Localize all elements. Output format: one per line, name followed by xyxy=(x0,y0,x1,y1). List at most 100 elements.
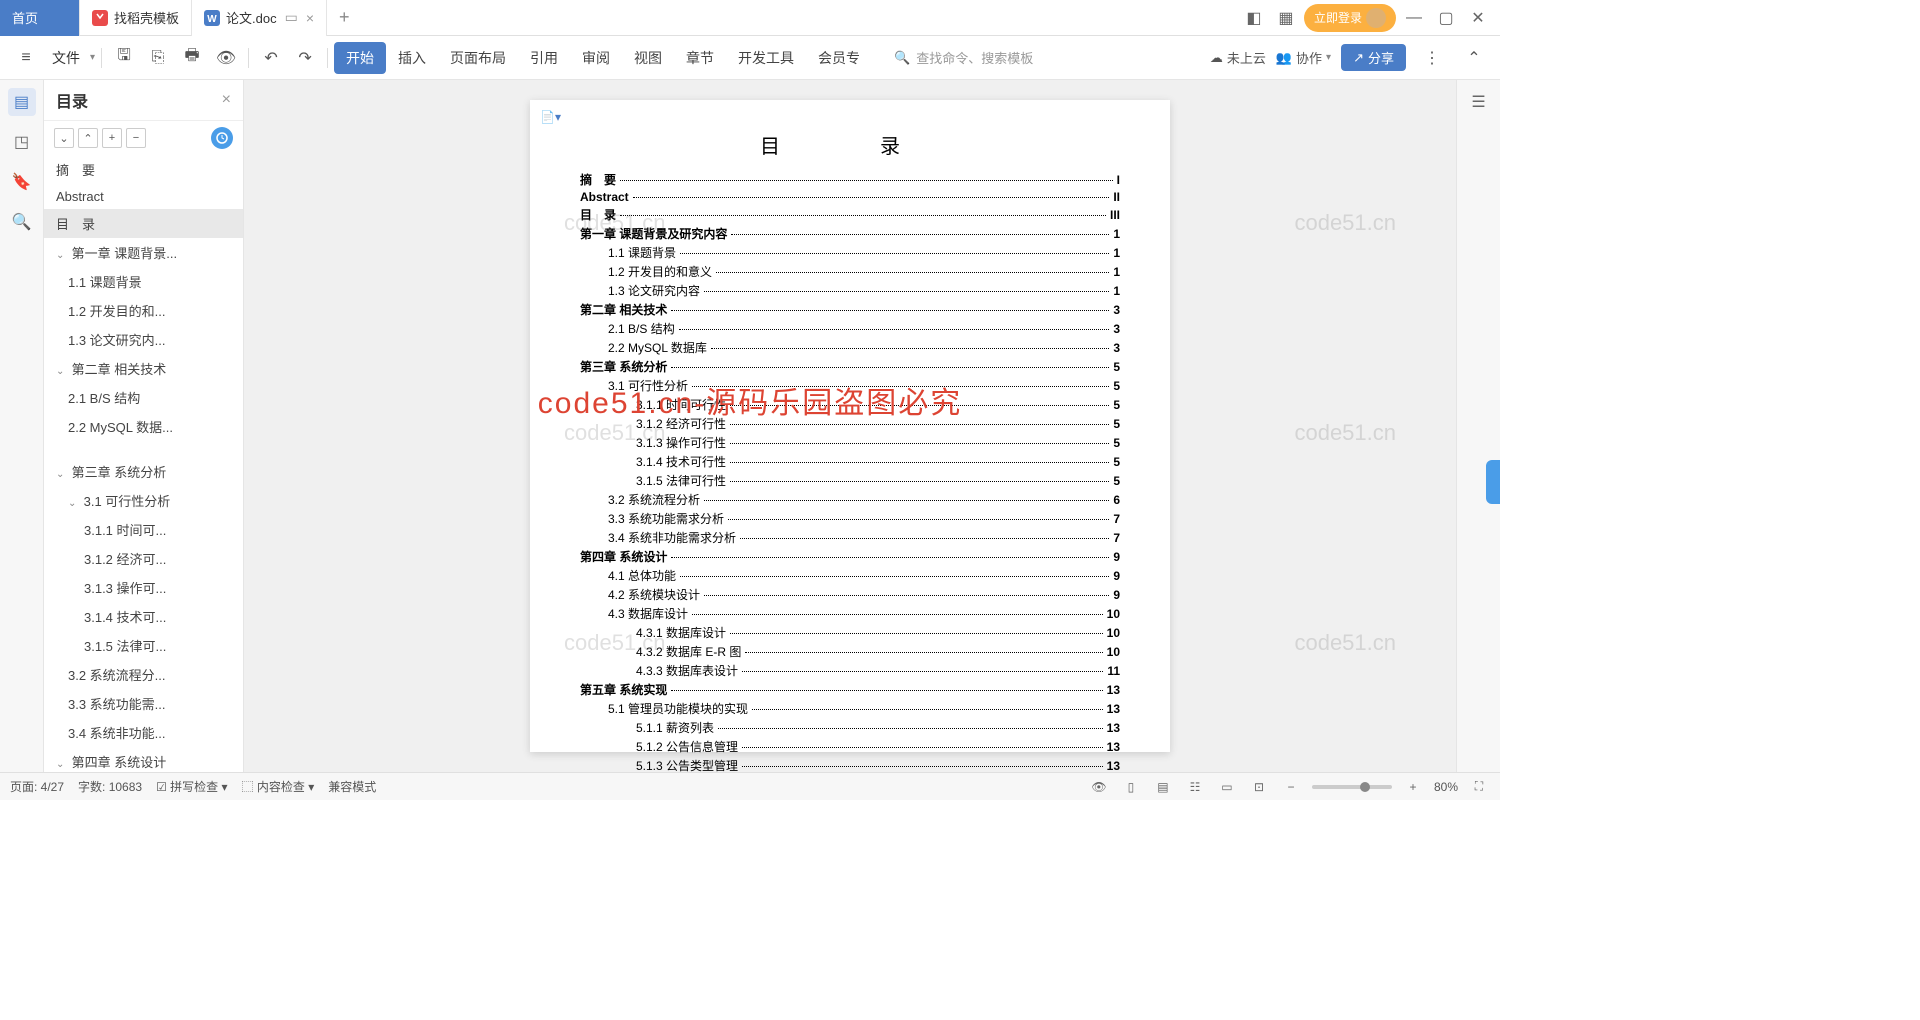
maximize-button[interactable]: ▢ xyxy=(1432,4,1460,32)
toc-row: 4.3.1 数据库设计10 xyxy=(580,624,1120,641)
menu-章节[interactable]: 章节 xyxy=(674,42,726,74)
tab-template[interactable]: 找稻壳模板 xyxy=(80,0,192,36)
collab-button[interactable]: 👥协作▾ xyxy=(1276,48,1331,67)
cloud-icon: ☁ xyxy=(1210,50,1223,66)
toc-row: 4.3.3 数据库表设计11 xyxy=(580,662,1120,679)
outline-item[interactable]: 2.2 MySQL 数据... xyxy=(44,412,243,441)
zoom-slider[interactable] xyxy=(1312,785,1392,789)
outline-item[interactable]: 1.1 课题背景 xyxy=(44,267,243,296)
search-box[interactable]: 🔍 查找命令、搜索模板 xyxy=(894,48,1033,67)
spellcheck-button[interactable]: ☑ 拼写检查 ▾ xyxy=(156,778,227,795)
outline-item[interactable]: 3.1.1 时间可... xyxy=(44,515,243,544)
titlebar: 首页 找稻壳模板 W 论文.doc ▭ × + ◧ ▦ 立即登录 — ▢ ✕ xyxy=(0,0,1500,36)
redo-icon[interactable]: ↷ xyxy=(289,42,321,74)
outline-item[interactable]: ⌄ 第一章 课题背景... xyxy=(44,238,243,267)
find-icon[interactable]: 🔍 xyxy=(8,208,36,236)
add-level-icon[interactable]: + xyxy=(102,128,122,148)
page-marker-icon: 📄▾ xyxy=(540,110,561,124)
close-icon[interactable]: × xyxy=(306,10,314,26)
tab-split-icon[interactable]: ▭ xyxy=(285,9,298,26)
menu-开始[interactable]: 开始 xyxy=(334,42,386,74)
outline-item[interactable]: 3.1.4 技术可... xyxy=(44,602,243,631)
share-button[interactable]: ↗分享 xyxy=(1341,44,1406,71)
zoom-level[interactable]: 80% xyxy=(1434,780,1458,794)
outline-item[interactable]: 3.1.2 经济可... xyxy=(44,544,243,573)
outline-item[interactable]: 3.1.3 操作可... xyxy=(44,573,243,602)
tab-home[interactable]: 首页 xyxy=(0,0,80,36)
menu-开发工具[interactable]: 开发工具 xyxy=(726,42,806,74)
share-icon: ↗ xyxy=(1353,50,1364,66)
view-read-icon[interactable]: ▭ xyxy=(1216,776,1238,798)
menu-审阅[interactable]: 审阅 xyxy=(570,42,622,74)
cloud-button[interactable]: ☁未上云 xyxy=(1210,48,1266,67)
menu-视图[interactable]: 视图 xyxy=(622,42,674,74)
outline-item[interactable]: ⌄ 第二章 相关技术 xyxy=(44,354,243,383)
document-area[interactable]: 📄▾ 目 录 摘 要IAbstractII目 录III第一章 课题背景及研究内容… xyxy=(244,80,1456,772)
panel-icon[interactable]: ◧ xyxy=(1240,4,1268,32)
content-check-button[interactable]: ⬚ 内容检查 ▾ xyxy=(242,778,315,795)
eye-icon[interactable]: 👁 xyxy=(1088,776,1110,798)
outline-item[interactable]: 摘 要 xyxy=(44,155,243,184)
outline-item[interactable]: ⌄ 3.1 可行性分析 xyxy=(44,486,243,515)
collab-label: 协作 xyxy=(1296,48,1322,67)
outline-item[interactable]: 3.1.5 法律可... xyxy=(44,631,243,660)
outline-toggle-icon[interactable]: ▤ xyxy=(8,88,36,116)
more-icon[interactable]: ⋮ xyxy=(1416,42,1448,74)
print-icon[interactable]: 🖶 xyxy=(176,42,208,74)
nav-icon[interactable]: ◳ xyxy=(8,128,36,156)
toc-row: 摘 要I xyxy=(580,171,1120,188)
menu-引用[interactable]: 引用 xyxy=(518,42,570,74)
zoom-fit-icon[interactable]: ⊡ xyxy=(1248,776,1270,798)
outline-item[interactable]: ⌄ 第四章 系统设计 xyxy=(44,747,243,772)
fullscreen-icon[interactable]: ⛶ xyxy=(1468,776,1490,798)
outline-item[interactable]: ⌄ 第三章 系统分析 xyxy=(44,457,243,486)
outline-item[interactable]: 目 录 xyxy=(44,209,243,238)
word-count[interactable]: 字数: 10683 xyxy=(78,778,142,795)
menu-页面布局[interactable]: 页面布局 xyxy=(438,42,518,74)
outline-item[interactable]: 3.3 系统功能需... xyxy=(44,689,243,718)
compat-mode[interactable]: 兼容模式 xyxy=(328,778,376,795)
outline-item[interactable]: 1.3 论文研究内... xyxy=(44,325,243,354)
sync-icon[interactable] xyxy=(211,127,233,149)
zoom-in-icon[interactable]: + xyxy=(1402,776,1424,798)
zoom-out-icon[interactable]: − xyxy=(1280,776,1302,798)
outline-item[interactable]: 3.2 系统流程分... xyxy=(44,660,243,689)
tab-add-button[interactable]: + xyxy=(327,7,362,28)
view-outline-icon[interactable]: ▤ xyxy=(1152,776,1174,798)
tab-template-label: 找稻壳模板 xyxy=(114,8,179,27)
apps-icon[interactable]: ▦ xyxy=(1272,4,1300,32)
minimize-button[interactable]: — xyxy=(1400,4,1428,32)
settings-icon[interactable]: ☰ xyxy=(1465,88,1493,116)
menu-会员专[interactable]: 会员专 xyxy=(806,42,872,74)
export-icon[interactable]: ⎘ xyxy=(142,42,174,74)
toc-row: 3.1.3 操作可行性5 xyxy=(580,434,1120,451)
expand-all-icon[interactable]: ⌃ xyxy=(78,128,98,148)
toc-row: 1.3 论文研究内容1 xyxy=(580,282,1120,299)
login-button[interactable]: 立即登录 xyxy=(1304,4,1396,32)
preview-icon[interactable]: 👁 xyxy=(210,42,242,74)
view-page-icon[interactable]: ▯ xyxy=(1120,776,1142,798)
undo-icon[interactable]: ↶ xyxy=(255,42,287,74)
file-menu[interactable]: 文件 xyxy=(44,48,88,68)
collab-icon: 👥 xyxy=(1276,50,1292,66)
collapse-all-icon[interactable]: ⌄ xyxy=(54,128,74,148)
outline-item[interactable]: Abstract xyxy=(44,184,243,209)
avatar xyxy=(1366,8,1386,28)
collapse-icon[interactable]: ⌃ xyxy=(1458,42,1490,74)
side-tab[interactable] xyxy=(1486,460,1500,504)
menu-icon[interactable]: ≡ xyxy=(10,42,42,74)
remove-level-icon[interactable]: − xyxy=(126,128,146,148)
save-icon[interactable]: 🖫 xyxy=(108,42,140,74)
outline-item[interactable]: 3.4 系统非功能... xyxy=(44,718,243,747)
outline-item[interactable]: 1.2 开发目的和... xyxy=(44,296,243,325)
menu-插入[interactable]: 插入 xyxy=(386,42,438,74)
share-label: 分享 xyxy=(1368,48,1394,67)
page-indicator[interactable]: 页面: 4/27 xyxy=(10,778,64,795)
bookmark-icon[interactable]: 🔖 xyxy=(8,168,36,196)
close-button[interactable]: ✕ xyxy=(1464,4,1492,32)
toc-row: 1.2 开发目的和意义1 xyxy=(580,263,1120,280)
outline-item[interactable]: 2.1 B/S 结构 xyxy=(44,383,243,412)
tab-document[interactable]: W 论文.doc ▭ × xyxy=(192,0,327,36)
view-web-icon[interactable]: ☷ xyxy=(1184,776,1206,798)
outline-close-icon[interactable]: × xyxy=(222,91,231,109)
